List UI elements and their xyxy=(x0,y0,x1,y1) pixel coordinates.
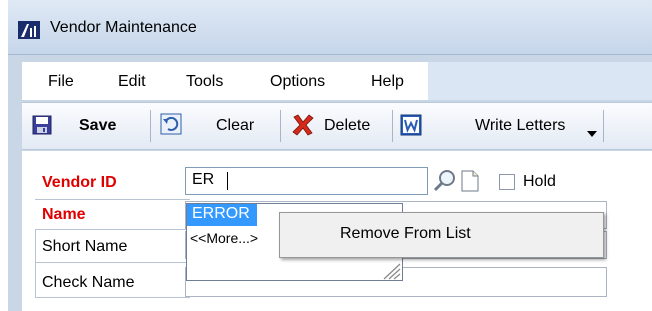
row-divider xyxy=(35,297,190,298)
write-letters-label[interactable]: Write Letters xyxy=(475,117,565,135)
chevron-down-icon xyxy=(587,131,597,137)
clear-button[interactable] xyxy=(160,113,182,135)
menu-bar-filler xyxy=(428,62,652,100)
note-button[interactable] xyxy=(461,170,479,192)
menu-help[interactable]: Help xyxy=(371,73,404,91)
clear-icon xyxy=(160,113,182,135)
row-divider xyxy=(35,229,190,230)
window-title: Vendor Maintenance xyxy=(50,19,197,36)
autocomplete-item-more[interactable]: <<More...> xyxy=(190,230,258,246)
save-label[interactable]: Save xyxy=(79,117,116,135)
menu-options[interactable]: Options xyxy=(270,73,325,91)
text-caret xyxy=(227,172,228,190)
column-divider xyxy=(35,229,36,297)
resize-grip-icon xyxy=(383,263,401,280)
clear-label[interactable]: Clear xyxy=(216,117,254,135)
menu-file[interactable]: File xyxy=(48,73,74,91)
toolbar-divider xyxy=(280,110,281,142)
row-divider xyxy=(35,262,190,263)
red-x-icon xyxy=(292,114,314,136)
resize-grip[interactable] xyxy=(372,258,402,280)
vendor-id-input[interactable]: ER xyxy=(185,167,428,195)
hold-label: Hold xyxy=(523,173,556,190)
remove-from-list-item[interactable]: Remove From List xyxy=(340,225,471,243)
delete-button[interactable] xyxy=(291,113,315,137)
lookup-button[interactable] xyxy=(433,169,457,193)
magnifier-icon xyxy=(433,170,455,192)
toolbar-divider xyxy=(150,110,151,142)
write-letters-dropdown[interactable] xyxy=(587,125,597,137)
menu-edit[interactable]: Edit xyxy=(118,73,146,91)
menu-tools[interactable]: Tools xyxy=(186,73,223,91)
save-button[interactable] xyxy=(32,115,52,135)
word-icon xyxy=(400,114,422,136)
floppy-disk-icon xyxy=(32,115,52,135)
toolbar-divider xyxy=(603,110,604,142)
gp-logo-icon xyxy=(18,21,40,39)
delete-label[interactable]: Delete xyxy=(324,117,370,135)
row-divider xyxy=(35,199,190,200)
menu-bar xyxy=(22,62,428,100)
short-name-label: Short Name xyxy=(42,238,128,255)
toolbar-divider xyxy=(392,110,393,142)
check-name-label: Check Name xyxy=(42,274,135,291)
write-letters-button[interactable] xyxy=(400,114,422,136)
note-icon xyxy=(461,170,479,192)
autocomplete-item-error[interactable]: ERROR xyxy=(187,204,257,226)
vendor-id-label: Vendor ID xyxy=(42,174,117,191)
hold-checkbox[interactable] xyxy=(499,174,515,190)
name-label: Name xyxy=(42,206,86,223)
